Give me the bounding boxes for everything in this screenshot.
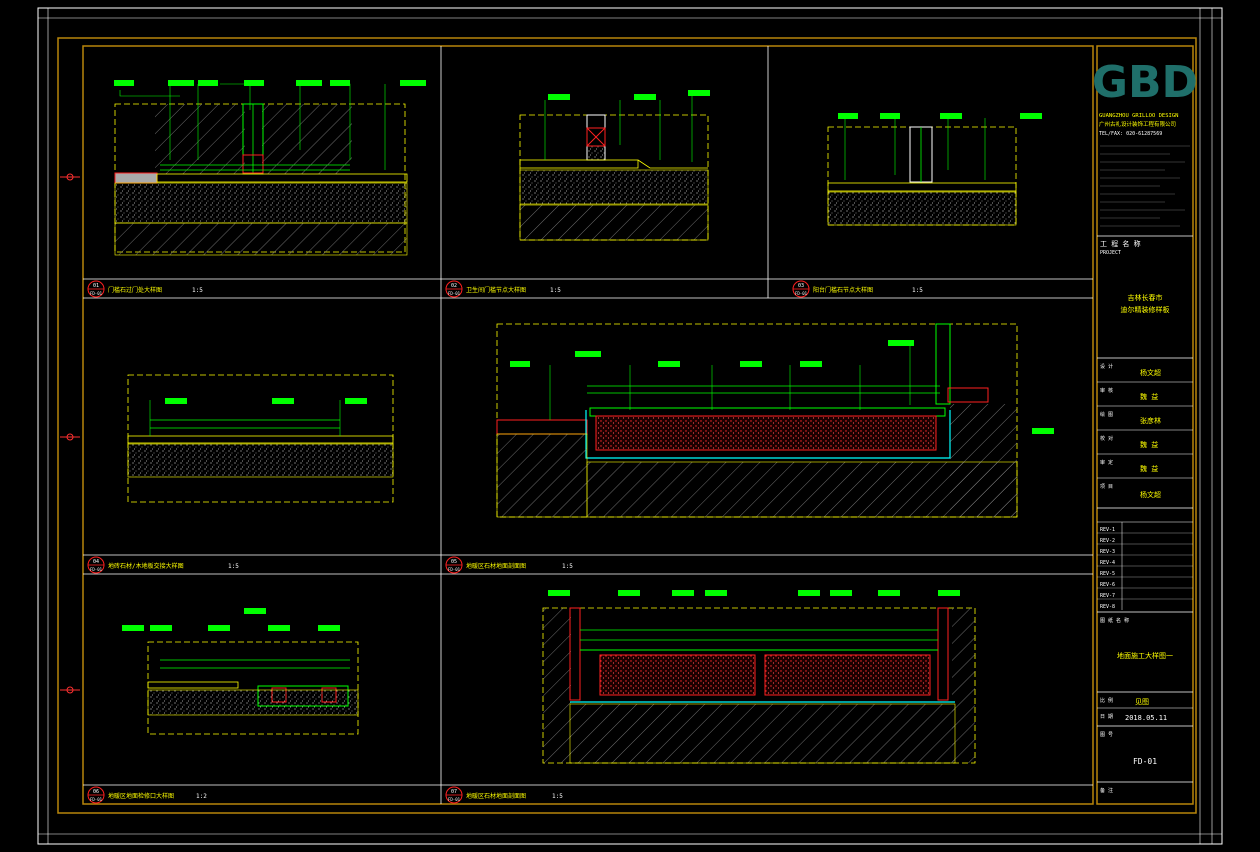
detail-04-sheet: FD-01 xyxy=(90,567,103,572)
revision-5: REV-6 xyxy=(1100,582,1115,588)
detail-05-num: 05 xyxy=(451,559,457,565)
detail-05-caption: 05 FD-01 地暖区石材地面剖面图 1:5 xyxy=(445,556,573,574)
detail-07-drawing xyxy=(542,590,976,764)
detail-06-caption: 06 FD-01 地暖区地面检修口大样图 1:2 xyxy=(87,786,207,804)
detail-01-scale: 1:5 xyxy=(192,287,203,294)
detail-02-drawing xyxy=(519,90,710,241)
sign-row-2-value: 张彦林 xyxy=(1140,416,1161,425)
detail-01-drawing xyxy=(114,80,426,256)
detail-01-title: 门槛石过门处大样图 xyxy=(108,286,162,294)
detail-03-scale: 1:5 xyxy=(912,287,923,294)
detail-02-title: 卫生间门槛节点大样图 xyxy=(466,286,526,294)
drawing-title-label: 图 纸 名 称 xyxy=(1100,617,1129,624)
detail-04-scale: 1:5 xyxy=(228,563,239,570)
detail-07-caption: 07 FD-01 地暖区石材地面剖面图 1:5 xyxy=(445,786,563,804)
detail-03-sheet: FD-01 xyxy=(795,291,808,296)
revision-0: REV-1 xyxy=(1100,527,1115,533)
revision-7: REV-8 xyxy=(1100,604,1115,610)
title-block: GBD GUANGZHOU GRILLOO DESIGN 广州古礼设计装饰工程有… xyxy=(1092,57,1198,794)
sign-row-5-value: 杨文超 xyxy=(1140,490,1161,499)
project-label-en: PROJECT xyxy=(1100,250,1121,256)
detail-06-num: 06 xyxy=(93,789,99,795)
detail-02-sheet: FD-01 xyxy=(448,291,461,296)
sign-row-0-value: 杨文超 xyxy=(1140,368,1161,377)
sign-row-1-label: 审 核 xyxy=(1100,387,1113,394)
company-name-cn: 广州古礼设计装饰工程有限公司 xyxy=(1099,120,1176,128)
detail-04-caption: 04 FD-01 地砖石材/木地板交接大样图 1:5 xyxy=(87,556,239,574)
revision-6: REV-7 xyxy=(1100,593,1115,599)
revision-2: REV-3 xyxy=(1100,549,1115,555)
detail-07-scale: 1:5 xyxy=(552,793,563,800)
detail-04-drawing xyxy=(127,374,394,503)
detail-06-drawing xyxy=(122,608,359,735)
detail-05-scale: 1:5 xyxy=(562,563,573,570)
drawing-number: FD-01 xyxy=(1133,757,1157,766)
detail-04-title: 地砖石材/木地板交接大样图 xyxy=(108,562,184,570)
drawing-title: 地面施工大样图一 xyxy=(1117,651,1173,660)
detail-03-caption: 03 FD-01 阳台门槛石节点大样图 1:5 xyxy=(792,280,923,298)
remark-label: 备 注 xyxy=(1100,787,1113,794)
project-label-cn: 工 程 名 称 xyxy=(1100,239,1141,248)
revision-3: REV-4 xyxy=(1100,560,1115,566)
detail-07-num: 07 xyxy=(451,789,457,795)
company-logo: GBD xyxy=(1092,57,1198,108)
sign-row-4-label: 审 定 xyxy=(1100,459,1113,466)
company-name-en: GUANGZHOU GRILLOO DESIGN xyxy=(1099,113,1178,119)
project-name-line1: 吉林长春市 xyxy=(1128,293,1163,302)
detail-02-scale: 1:5 xyxy=(550,287,561,294)
sign-row-5-label: 项 目 xyxy=(1100,484,1113,490)
number-label: 图 号 xyxy=(1100,732,1113,738)
detail-06-scale: 1:2 xyxy=(196,793,207,800)
detail-02-caption: 02 FD-01 卫生间门槛节点大样图 1:5 xyxy=(445,280,561,298)
detail-03-title: 阳台门槛石节点大样图 xyxy=(813,286,873,294)
detail-05-title: 地暖区石材地面剖面图 xyxy=(466,562,526,570)
detail-06-sheet: FD-01 xyxy=(90,797,103,802)
sign-row-1-value: 魏 益 xyxy=(1140,392,1158,401)
signature-rows: 设 计 杨文超 审 核 魏 益 绘 图 张彦林 校 对 魏 益 审 定 魏 益 … xyxy=(1097,363,1193,509)
sign-row-4-value: 魏 益 xyxy=(1140,464,1158,473)
detail-04-num: 04 xyxy=(93,559,99,565)
sign-row-2-label: 绘 图 xyxy=(1100,411,1113,418)
detail-03-num: 03 xyxy=(798,283,804,289)
detail-01-sheet: FD-01 xyxy=(90,291,103,296)
detail-01-num: 01 xyxy=(93,283,99,289)
drawing-sheet: 01 FD-01 门槛石过门处大样图 1:5 02 FD-01 卫生间门槛节点大… xyxy=(37,7,1223,845)
detail-07-sheet: FD-01 xyxy=(448,797,461,802)
left-margin-markers xyxy=(60,173,80,694)
company-tel: TEL/FAX: 020-61287569 xyxy=(1099,131,1162,137)
sign-row-3-label: 校 对 xyxy=(1100,435,1113,442)
revision-4: REV-5 xyxy=(1100,571,1115,577)
title-block-frame xyxy=(1096,45,1194,805)
detail-07-title: 地暖区石材地面剖面图 xyxy=(466,792,526,800)
detail-02-num: 02 xyxy=(451,283,457,289)
sign-row-0-label: 设 计 xyxy=(1100,363,1113,370)
detail-06-title: 地暖区地面检修口大样图 xyxy=(108,792,174,800)
detail-01-caption: 01 FD-01 门槛石过门处大样图 1:5 xyxy=(87,280,203,298)
scale-label: 比 例 xyxy=(1100,697,1113,704)
detail-05-drawing xyxy=(496,323,1054,518)
date-label: 日 期 xyxy=(1100,714,1113,720)
scale-value: 见图 xyxy=(1135,698,1149,706)
detail-03-drawing xyxy=(827,113,1042,226)
revision-table: REV-1 REV-2 REV-3 REV-4 REV-5 REV-6 REV-… xyxy=(1097,521,1193,610)
date-value: 2018.05.11 xyxy=(1125,714,1167,722)
sign-row-3-value: 魏 益 xyxy=(1140,440,1158,449)
detail-05-sheet: FD-01 xyxy=(448,567,461,572)
project-name-line2: 迪尔精装修样板 xyxy=(1121,305,1170,314)
revision-1: REV-2 xyxy=(1100,538,1115,544)
